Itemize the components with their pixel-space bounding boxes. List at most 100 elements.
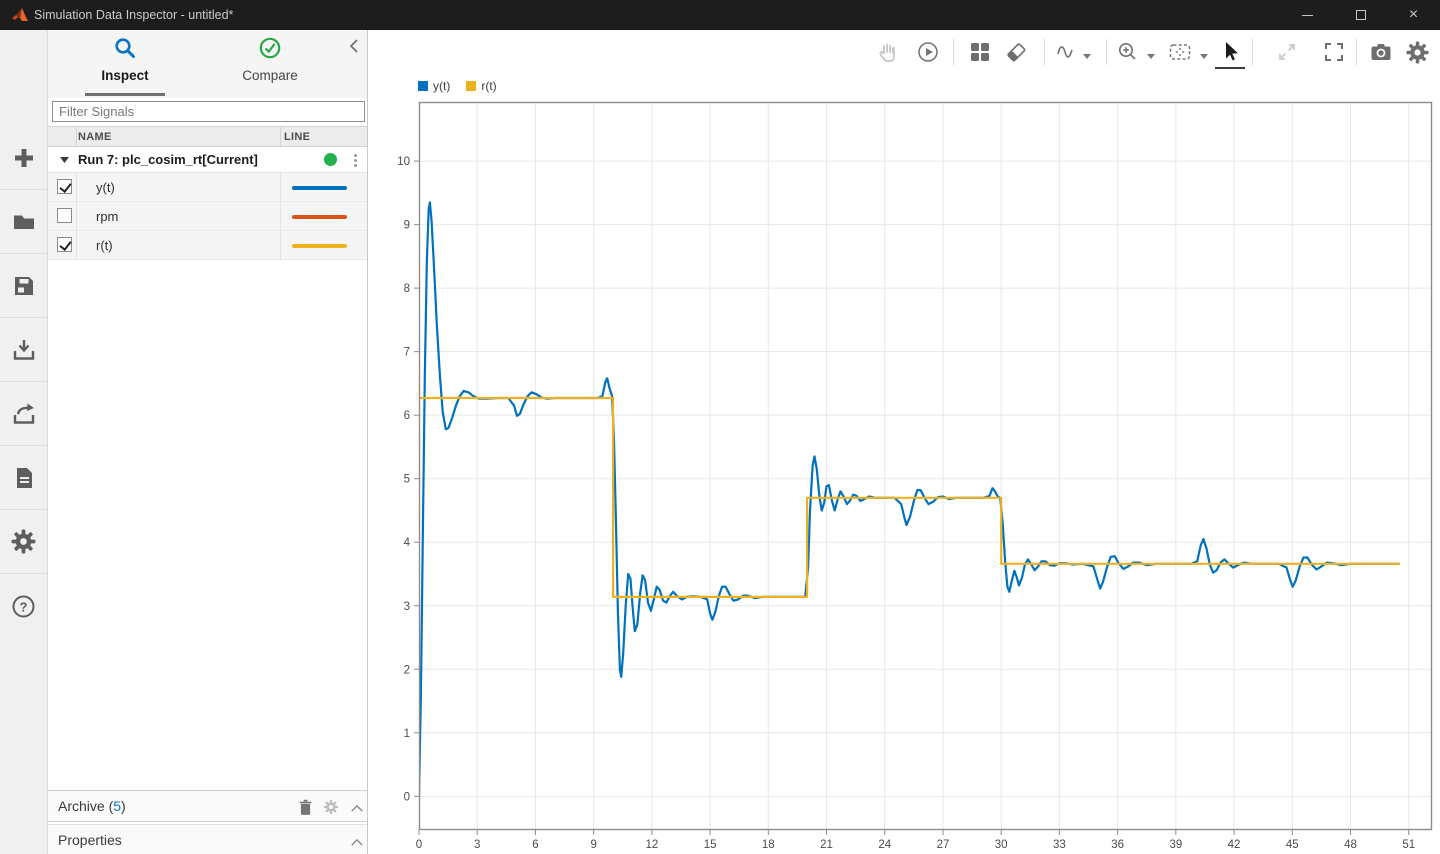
- download-icon: [11, 337, 37, 363]
- svg-text:42: 42: [1228, 839, 1241, 851]
- tab-compare-label: Compare: [225, 68, 315, 83]
- close-button[interactable]: ×: [1387, 0, 1440, 30]
- signal-list: y(t) rpm r(t): [48, 173, 367, 260]
- preferences-button[interactable]: [0, 510, 47, 574]
- document-icon: [11, 465, 37, 491]
- svg-text:?: ?: [20, 599, 28, 614]
- plot-area[interactable]: 0369121518212427303336394245485101234567…: [368, 30, 1440, 854]
- collapse-triangle-icon[interactable]: [60, 157, 69, 163]
- archive-collapse-button[interactable]: [346, 797, 368, 819]
- gridlines: [419, 102, 1432, 830]
- svg-text:3: 3: [404, 601, 410, 613]
- svg-text:39: 39: [1169, 839, 1182, 851]
- svg-text:5: 5: [404, 474, 410, 486]
- svg-text:10: 10: [397, 156, 410, 168]
- svg-text:48: 48: [1344, 839, 1357, 851]
- signal-visibility-checkbox[interactable]: [57, 237, 72, 252]
- app-window: Simulation Data Inspector - untitled* ×: [0, 0, 1440, 854]
- run-status-dot: [324, 153, 337, 166]
- open-button[interactable]: [0, 190, 47, 254]
- archive-label: Archive (5): [58, 798, 126, 814]
- svg-text:3: 3: [474, 839, 480, 851]
- series-r(t)[interactable]: [419, 398, 1399, 597]
- add-button[interactable]: [0, 126, 47, 190]
- search-icon: [113, 36, 137, 60]
- save-button[interactable]: [0, 254, 47, 318]
- archive-section[interactable]: Archive (5): [48, 790, 367, 822]
- run-row[interactable]: Run 7: plc_cosim_rt[Current]: [48, 147, 367, 173]
- svg-text:0: 0: [404, 791, 410, 803]
- properties-section[interactable]: Properties: [48, 824, 367, 854]
- tab-inspect[interactable]: Inspect: [80, 36, 170, 83]
- chevron-left-icon: [349, 38, 359, 54]
- axis-tick-labels: 0369121518212427303336394245485101234567…: [397, 156, 1415, 851]
- folder-icon: [11, 209, 37, 235]
- svg-text:51: 51: [1402, 839, 1415, 851]
- column-header-line: LINE: [284, 131, 310, 143]
- chevron-up-icon: [350, 837, 364, 848]
- svg-text:6: 6: [404, 410, 410, 422]
- column-header-name: NAME: [78, 131, 112, 143]
- svg-text:24: 24: [878, 839, 891, 851]
- plot-border: [420, 103, 1432, 830]
- filter-signals-input[interactable]: [52, 101, 365, 122]
- left-toolbar: ?: [0, 30, 48, 854]
- signal-name: y(t): [96, 180, 115, 195]
- table-header: NAME LINE: [48, 126, 367, 147]
- svg-text:45: 45: [1286, 839, 1299, 851]
- run-menu-button[interactable]: [350, 152, 360, 168]
- trash-icon: [297, 798, 314, 817]
- svg-text:15: 15: [704, 839, 717, 851]
- tab-inspect-label: Inspect: [80, 68, 170, 83]
- properties-collapse-button[interactable]: [346, 831, 368, 853]
- svg-text:4: 4: [404, 537, 411, 549]
- chart-pane: y(t) r(t) 036912151821242730333639424548…: [368, 30, 1440, 854]
- svg-text:7: 7: [404, 347, 410, 359]
- signal-visibility-checkbox[interactable]: [57, 179, 72, 194]
- tab-compare[interactable]: Compare: [225, 36, 315, 83]
- minimize-button[interactable]: [1281, 0, 1334, 30]
- svg-text:1: 1: [404, 728, 410, 740]
- tab-bar: Inspect Compare: [48, 30, 367, 98]
- matlab-logo-icon: [12, 7, 29, 23]
- svg-text:27: 27: [937, 839, 950, 851]
- gear-icon: [10, 528, 37, 555]
- series-y(t)[interactable]: [419, 202, 1399, 796]
- delete-archive-button[interactable]: [294, 796, 316, 818]
- active-tab-underline: [85, 93, 165, 96]
- properties-label: Properties: [58, 832, 122, 848]
- signal-visibility-checkbox[interactable]: [57, 208, 72, 223]
- chevron-up-icon: [350, 803, 364, 814]
- signal-line-swatch[interactable]: [292, 215, 347, 219]
- gear-small-icon: [323, 799, 339, 815]
- archive-settings-button[interactable]: [320, 796, 342, 818]
- signal-panel: Inspect Compare NAME LINE: [48, 30, 368, 854]
- export-button[interactable]: [0, 382, 47, 446]
- signal-line-swatch[interactable]: [292, 186, 347, 190]
- check-circle-icon: [258, 36, 282, 60]
- signal-name: rpm: [96, 209, 118, 224]
- svg-text:36: 36: [1111, 839, 1124, 851]
- titlebar: Simulation Data Inspector - untitled* ×: [0, 0, 1440, 30]
- svg-text:0: 0: [416, 839, 422, 851]
- import-button[interactable]: [0, 318, 47, 382]
- plus-icon: [11, 145, 37, 171]
- archive-count: 5: [113, 798, 121, 814]
- help-icon: ?: [10, 593, 37, 620]
- maximize-button[interactable]: [1334, 0, 1387, 30]
- svg-text:9: 9: [404, 220, 410, 232]
- run-label: Run 7: plc_cosim_rt[Current]: [78, 152, 258, 167]
- signal-row[interactable]: y(t): [48, 173, 367, 202]
- signal-row[interactable]: r(t): [48, 231, 367, 260]
- svg-text:6: 6: [532, 839, 538, 851]
- collapse-panel-button[interactable]: [349, 38, 365, 54]
- signal-row[interactable]: rpm: [48, 202, 367, 231]
- svg-text:33: 33: [1053, 839, 1066, 851]
- svg-text:18: 18: [762, 839, 775, 851]
- window-title: Simulation Data Inspector - untitled*: [34, 0, 233, 30]
- signal-line-swatch[interactable]: [292, 244, 347, 248]
- help-button[interactable]: ?: [0, 574, 47, 638]
- create-report-button[interactable]: [0, 446, 47, 510]
- svg-text:30: 30: [995, 839, 1008, 851]
- floppy-disk-icon: [11, 273, 37, 299]
